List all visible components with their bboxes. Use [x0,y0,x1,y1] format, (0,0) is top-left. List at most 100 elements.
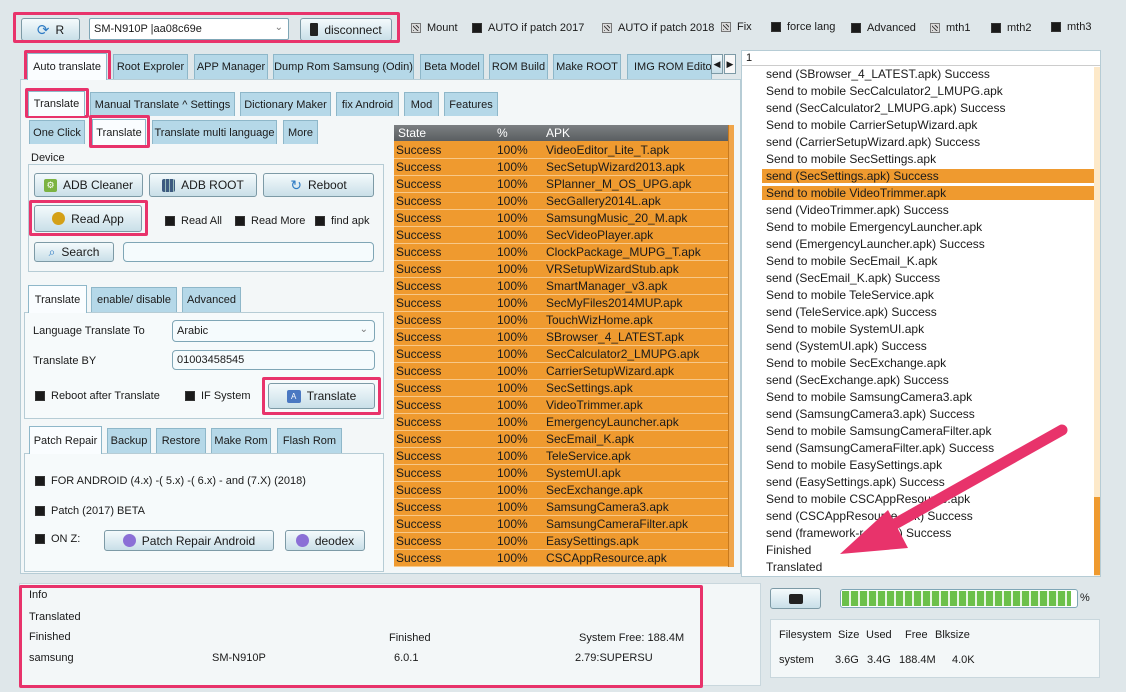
adb-root-button[interactable]: ADB ROOT [149,173,257,197]
state-cell: Success [396,143,442,157]
table-row[interactable]: Success 100% SmartManager_v3.apk [394,278,728,295]
patch-tab-restore[interactable]: Restore [156,428,206,453]
option-mth3[interactable]: mth3 [1051,21,1091,33]
option-auto-2018[interactable]: AUTO if patch 2018 [602,22,714,34]
table-row[interactable]: Success 100% TouchWizHome.apk [394,312,728,329]
state-cell: Success [396,177,442,191]
translate-button[interactable]: A Translate [268,383,375,409]
patch-tab-make-rom[interactable]: Make Rom [211,428,271,453]
patch-tab-patch-repair[interactable]: Patch Repair [29,426,102,454]
fs-row-free: 188.4M [899,654,936,666]
find-apk-checkbox[interactable]: find apk [315,215,370,227]
table-row[interactable]: Success 100% TeleService.apk [394,448,728,465]
patch-2017-checkbox[interactable]: Patch (2017) BETA [35,505,145,517]
subtab2-one-click[interactable]: One Click [29,120,85,144]
subtab2-multi-language[interactable]: Translate multi language [152,120,277,144]
state-cell: Success [396,194,442,208]
table-row[interactable]: Success 100% SamsungCamera3.apk [394,499,728,516]
patch-repair-button[interactable]: Patch Repair Android [104,530,274,551]
subtab-fix-android[interactable]: fix Android [336,92,399,116]
log-line: Send to mobile CarrierSetupWizard.apk [766,118,978,132]
table-row[interactable]: Success 100% SecVideoPlayer.apk [394,227,728,244]
refresh-button[interactable]: ⟳ R [21,18,80,41]
search-input[interactable] [123,242,374,262]
table-row[interactable]: Success 100% SamsungCameraFilter.apk [394,516,728,533]
table-row[interactable]: Success 100% SBrowser_4_LATEST.apk [394,329,728,346]
table-row[interactable]: Success 100% EasySettings.apk [394,533,728,550]
checkbox-checked-icon [35,534,45,544]
option-mth2[interactable]: mth2 [991,22,1031,34]
translate-tab-advanced[interactable]: Advanced [182,287,241,312]
table-row[interactable]: Success 100% CarrierSetupWizard.apk [394,363,728,380]
read-app-button[interactable]: Read App [34,205,142,232]
table-row[interactable]: Success 100% SystemUI.apk [394,465,728,482]
table-row[interactable]: Success 100% SPlanner_M_OS_UPG.apk [394,176,728,193]
reboot-after-checkbox[interactable]: Reboot after Translate [35,390,160,402]
table-row[interactable]: Success 100% SecExchange.apk [394,482,728,499]
table-row[interactable]: Success 100% SecEmail_K.apk [394,431,728,448]
table-row[interactable]: Success 100% SecGallery2014L.apk [394,193,728,210]
log-scrollbar[interactable] [1094,67,1100,576]
option-auto-2017[interactable]: AUTO if patch 2017 [472,22,584,34]
log-scrollbar-thumb[interactable] [1094,497,1100,575]
tab-beta-model[interactable]: Beta Model [420,54,484,79]
adb-cleaner-button[interactable]: ⚙ ADB Cleaner [34,173,143,197]
tab-make-root[interactable]: Make ROOT [553,54,621,79]
translate-tab-translate[interactable]: Translate [28,285,87,313]
subtab-translate[interactable]: Translate [28,91,85,116]
tab-root-explorer[interactable]: Root Exproler [113,54,188,79]
table-row[interactable]: Success 100% SamsungMusic_20_M.apk [394,210,728,227]
option-advanced[interactable]: Advanced [851,22,916,34]
table-row[interactable]: Success 100% SecCalculator2_LMUPG.apk [394,346,728,363]
option-mth1[interactable]: mth1 [930,22,970,34]
tab-scroll-right[interactable]: ▶ [724,54,736,74]
table-row[interactable]: Success 100% SecSettings.apk [394,380,728,397]
lang-select[interactable]: Arabic ⌄ [172,320,375,342]
patch-tab-backup[interactable]: Backup [107,428,151,453]
table-row[interactable]: Success 100% SecMyFiles2014MUP.apk [394,295,728,312]
table-row[interactable]: Success 100% VideoTrimmer.apk [394,397,728,414]
for-android-checkbox[interactable]: FOR ANDROID (4.x) -( 5.x) -( 6.x) - and … [35,475,306,487]
apk-cell: SamsungCameraFilter.apk [546,517,689,531]
tab-dump-rom[interactable]: Dump Rom Samsung (Odin) [273,54,414,79]
reboot-button[interactable]: ↻ Reboot [263,173,374,197]
option-force-lang[interactable]: force lang [771,21,835,33]
subtab-manual-translate[interactable]: Manual Translate ^ Settings [90,92,235,116]
state-cell: Success [396,381,442,395]
table-row[interactable]: Success 100% VideoEditor_Lite_T.apk [394,142,728,159]
table-row[interactable]: Success 100% ClockPackage_MUPG_T.apk [394,244,728,261]
disconnect-button[interactable]: disconnect [300,18,392,41]
option-fix[interactable]: Fix [721,21,752,33]
tab-app-manager[interactable]: APP Manager [194,54,268,79]
state-cell: Success [396,330,442,344]
table-row[interactable]: Success 100% SecSetupWizard2013.apk [394,159,728,176]
subtab2-translate[interactable]: Translate [92,119,146,145]
patch-tab-flash-rom[interactable]: Flash Rom [277,428,342,453]
log-line: Send to mobile SamsungCamera3.apk [766,390,973,404]
subtab-mod[interactable]: Mod [404,92,439,116]
device-select[interactable]: SM-N910P |aa08c69e ⌄ [89,18,289,40]
chevron-down-icon: ⌄ [274,22,283,33]
tab-auto-translate[interactable]: Auto translate [27,53,107,80]
read-all-checkbox[interactable]: Read All [165,215,222,227]
read-more-checkbox[interactable]: Read More [235,215,305,227]
tab-img-rom-editor[interactable]: IMG ROM Editor [627,54,712,79]
translate-tab-enable-disable[interactable]: enable/ disable [91,287,177,312]
table-row[interactable]: Success 100% VRSetupWizardStub.apk [394,261,728,278]
option-mount[interactable]: Mount [411,22,458,34]
subtab2-more[interactable]: More [283,120,318,144]
screenshot-button[interactable] [770,588,821,609]
if-system-checkbox[interactable]: IF System [185,390,251,402]
on-z-checkbox[interactable]: ON Z: [35,533,80,545]
search-button[interactable]: ⌕ Search [34,242,114,262]
table-row[interactable]: Success 100% CSCAppResource.apk [394,550,728,567]
translate-by-input[interactable]: 01003458545 [172,350,375,370]
deodex-button[interactable]: deodex [285,530,365,551]
subtab-dictionary-maker[interactable]: Dictionary Maker [240,92,331,116]
tab-scroll-left[interactable]: ◀ [711,54,723,74]
subtab-features[interactable]: Features [444,92,498,116]
apk-table-scrollbar[interactable] [728,125,734,567]
table-row[interactable]: Success 100% EmergencyLauncher.apk [394,414,728,431]
tab-rom-build[interactable]: ROM Build [489,54,548,79]
apk-table: State % APK Success 100% VideoEditor_Lite_… [394,125,734,567]
